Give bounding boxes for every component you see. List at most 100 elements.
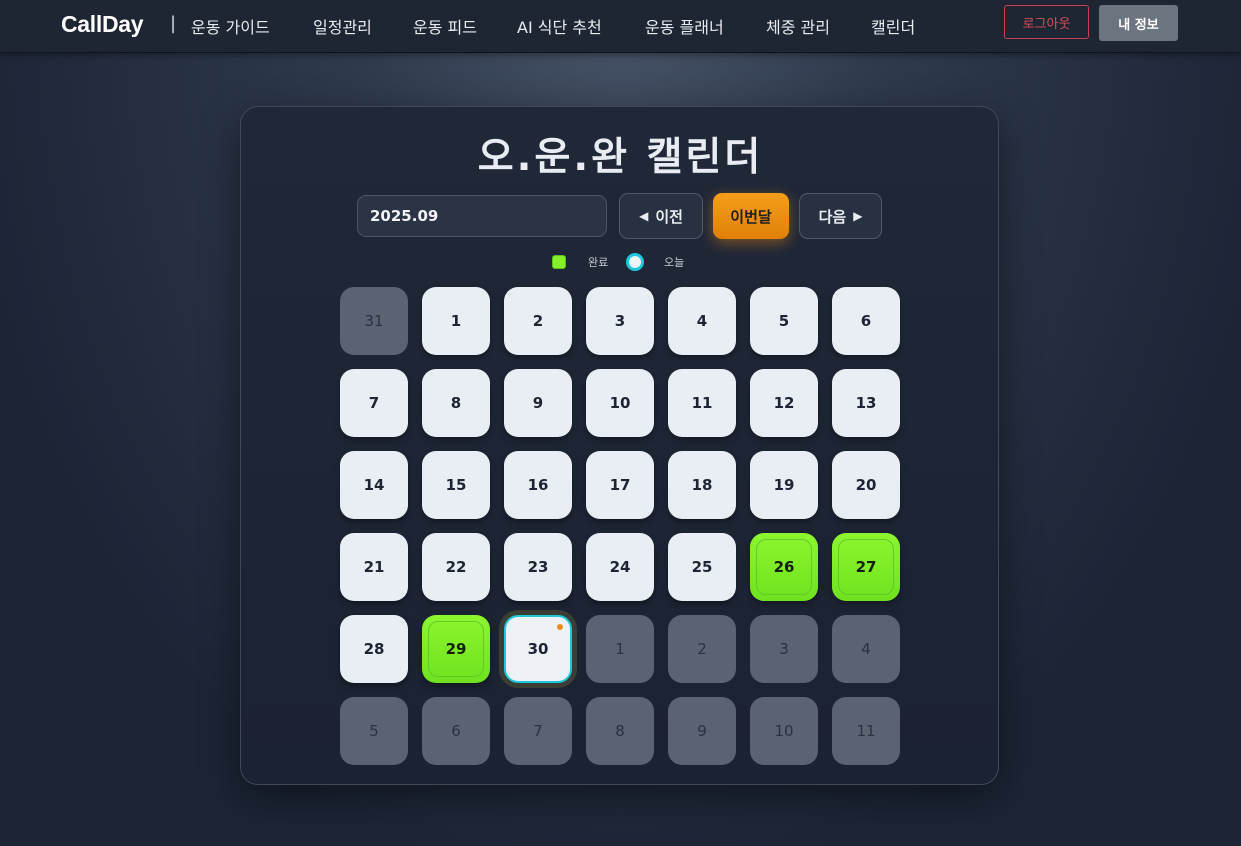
calendar-day-cur[interactable]: 11 (668, 369, 736, 437)
day-number: 3 (614, 312, 626, 330)
nav-link-ai-diet[interactable]: AI 식단 추천 (517, 14, 602, 38)
day-number: 26 (773, 558, 795, 576)
day-number: 3 (779, 640, 789, 658)
today-marker-dot (557, 624, 563, 630)
day-number: 25 (691, 558, 713, 576)
day-number: 28 (363, 640, 385, 658)
brand-logo[interactable]: CallDay (61, 11, 144, 38)
calendar-day-cur[interactable]: 25 (668, 533, 736, 601)
calendar-day-cur[interactable]: 2 (504, 287, 572, 355)
calendar-day-other[interactable]: 7 (504, 697, 572, 765)
day-number: 4 (861, 640, 871, 658)
calendar-day-done[interactable]: 29 (422, 615, 490, 683)
calendar-day-cur[interactable]: 9 (504, 369, 572, 437)
day-number: 8 (450, 394, 462, 412)
legend-done-label: 완료 (588, 256, 609, 269)
day-number: 2 (697, 640, 707, 658)
calendar-day-other[interactable]: 2 (668, 615, 736, 683)
month-input[interactable]: 2025.09 (357, 195, 607, 237)
calendar-day-cur[interactable]: 7 (340, 369, 408, 437)
day-number: 31 (364, 312, 384, 330)
calendar-day-other[interactable]: 1 (586, 615, 654, 683)
calendar-day-cur[interactable]: 14 (340, 451, 408, 519)
calendar-day-cur[interactable]: 28 (340, 615, 408, 683)
day-number: 21 (363, 558, 385, 576)
legend-today-label: 오늘 (664, 256, 685, 269)
day-number: 27 (855, 558, 877, 576)
calendar-day-other[interactable]: 6 (422, 697, 490, 765)
prev-month-label: 이전 (655, 207, 683, 226)
next-month-button[interactable]: 다음 ▶ (799, 193, 882, 239)
calendar-day-cur[interactable]: 6 (832, 287, 900, 355)
prev-month-button[interactable]: ◀ 이전 (619, 193, 703, 239)
calendar-day-cur[interactable]: 5 (750, 287, 818, 355)
triangle-right-icon: ▶ (853, 209, 863, 223)
day-number: 23 (527, 558, 549, 576)
calendar-day-other[interactable]: 5 (340, 697, 408, 765)
calendar-day-cur[interactable]: 13 (832, 369, 900, 437)
day-number: 29 (445, 640, 467, 658)
my-info-button[interactable]: 내 정보 (1099, 5, 1178, 41)
calendar-day-cur[interactable]: 15 (422, 451, 490, 519)
legend-today-swatch (626, 253, 644, 271)
next-month-label: 다음 (818, 207, 847, 226)
day-number: 16 (527, 476, 549, 494)
day-number: 24 (609, 558, 631, 576)
brand-separator: | (170, 13, 177, 34)
calendar-day-cur[interactable]: 10 (586, 369, 654, 437)
calendar-day-other[interactable]: 10 (750, 697, 818, 765)
day-number: 11 (856, 722, 876, 740)
nav-link-feed[interactable]: 운동 피드 (413, 14, 477, 38)
logout-button[interactable]: 로그아웃 (1004, 5, 1089, 39)
calendar-day-cur[interactable]: 18 (668, 451, 736, 519)
this-month-button[interactable]: 이번달 (713, 193, 789, 239)
top-navbar: CallDay | 운동 가이드 일정관리 운동 피드 AI 식단 추천 운동 … (0, 0, 1241, 53)
day-number: 20 (855, 476, 877, 494)
calendar-day-cur[interactable]: 20 (832, 451, 900, 519)
calendar-day-other[interactable]: 8 (586, 697, 654, 765)
day-number: 30 (527, 640, 549, 658)
calendar-day-other[interactable]: 4 (832, 615, 900, 683)
calendar-day-other[interactable]: 11 (832, 697, 900, 765)
day-number: 5 (369, 722, 379, 740)
calendar-day-cur[interactable]: 1 (422, 287, 490, 355)
day-number: 1 (450, 312, 462, 330)
day-number: 1 (615, 640, 625, 658)
nav-link-planner[interactable]: 운동 플래너 (645, 14, 724, 38)
calendar-day-cur[interactable]: 3 (586, 287, 654, 355)
calendar-title: 오.운.완 캘린더 (477, 135, 764, 180)
calendar-day-cur[interactable]: 12 (750, 369, 818, 437)
day-number: 18 (691, 476, 713, 494)
calendar-day-today[interactable]: 30 (504, 615, 572, 683)
calendar-day-cur[interactable]: 24 (586, 533, 654, 601)
calendar-day-other[interactable]: 9 (668, 697, 736, 765)
calendar-day-cur[interactable]: 19 (750, 451, 818, 519)
day-number: 6 (451, 722, 461, 740)
calendar-day-other[interactable]: 31 (340, 287, 408, 355)
day-number: 2 (532, 312, 544, 330)
day-number: 10 (774, 722, 794, 740)
day-number: 12 (773, 394, 795, 412)
day-number: 15 (445, 476, 467, 494)
legend-done-swatch (552, 255, 566, 269)
calendar-day-cur[interactable]: 23 (504, 533, 572, 601)
day-number: 6 (860, 312, 872, 330)
day-number: 11 (691, 394, 713, 412)
calendar-day-cur[interactable]: 17 (586, 451, 654, 519)
calendar-day-cur[interactable]: 21 (340, 533, 408, 601)
nav-link-weight[interactable]: 체중 관리 (766, 14, 830, 38)
calendar-day-other[interactable]: 3 (750, 615, 818, 683)
day-number: 10 (609, 394, 631, 412)
calendar-day-done[interactable]: 26 (750, 533, 818, 601)
day-number: 5 (778, 312, 790, 330)
calendar-day-cur[interactable]: 22 (422, 533, 490, 601)
day-number: 8 (615, 722, 625, 740)
day-number: 9 (697, 722, 707, 740)
calendar-day-cur[interactable]: 4 (668, 287, 736, 355)
nav-link-calendar[interactable]: 캘린더 (871, 14, 915, 38)
calendar-day-done[interactable]: 27 (832, 533, 900, 601)
nav-link-schedule[interactable]: 일정관리 (313, 14, 372, 38)
nav-link-exercise-guide[interactable]: 운동 가이드 (191, 14, 270, 38)
calendar-day-cur[interactable]: 8 (422, 369, 490, 437)
calendar-day-cur[interactable]: 16 (504, 451, 572, 519)
